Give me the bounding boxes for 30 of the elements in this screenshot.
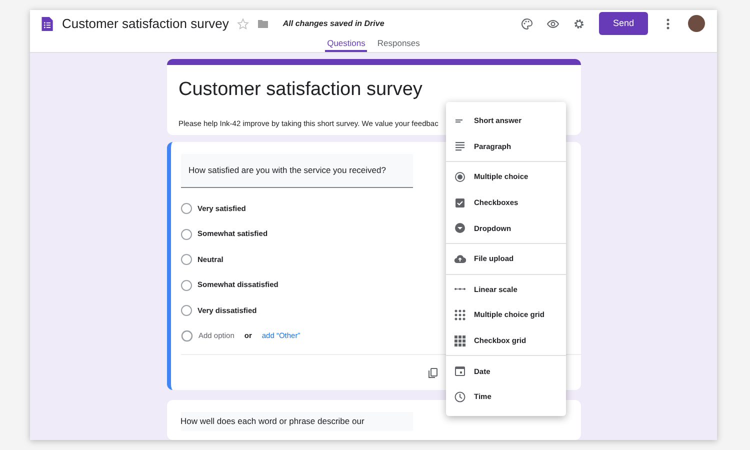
question-field[interactable]: How satisfied are you with the service you received?: [180, 154, 412, 188]
palette-icon[interactable]: [520, 18, 533, 30]
tab[interactable]: Responses: [375, 37, 422, 52]
calendar-icon: [454, 365, 466, 378]
radio-button[interactable]: [180, 228, 192, 240]
radio-button[interactable]: [180, 203, 192, 214]
tab[interactable]: Questions: [325, 37, 368, 52]
document-title[interactable]: Customer satisfaction survey: [62, 14, 229, 34]
checkbox-icon: [454, 196, 466, 209]
paragraph-icon: [454, 140, 466, 152]
avatar[interactable]: [688, 15, 705, 32]
star-icon[interactable]: [236, 18, 249, 30]
clock-icon: [454, 390, 466, 403]
folder-icon[interactable]: [256, 18, 269, 30]
radio-button[interactable]: [180, 280, 192, 290]
save-status: All changes saved in Drive: [282, 18, 384, 30]
radio-button[interactable]: [180, 254, 192, 265]
dot-grid-icon: [454, 308, 466, 321]
settings-icon[interactable]: [572, 18, 585, 30]
radio-icon: [454, 170, 466, 183]
radio-button[interactable]: [180, 305, 192, 316]
send-button[interactable]: Send: [598, 12, 648, 36]
cloud-upload-icon: [454, 252, 466, 265]
circle-icon: [180, 330, 192, 342]
form-title[interactable]: Customer satisfaction survey: [178, 79, 568, 102]
question-field[interactable]: How well does each word or phrase describe our: [180, 412, 412, 431]
square-grid-icon: [454, 334, 466, 347]
dropdown-icon: [454, 222, 466, 234]
eye-icon[interactable]: [546, 18, 559, 30]
duplicate-icon[interactable]: [426, 366, 438, 378]
